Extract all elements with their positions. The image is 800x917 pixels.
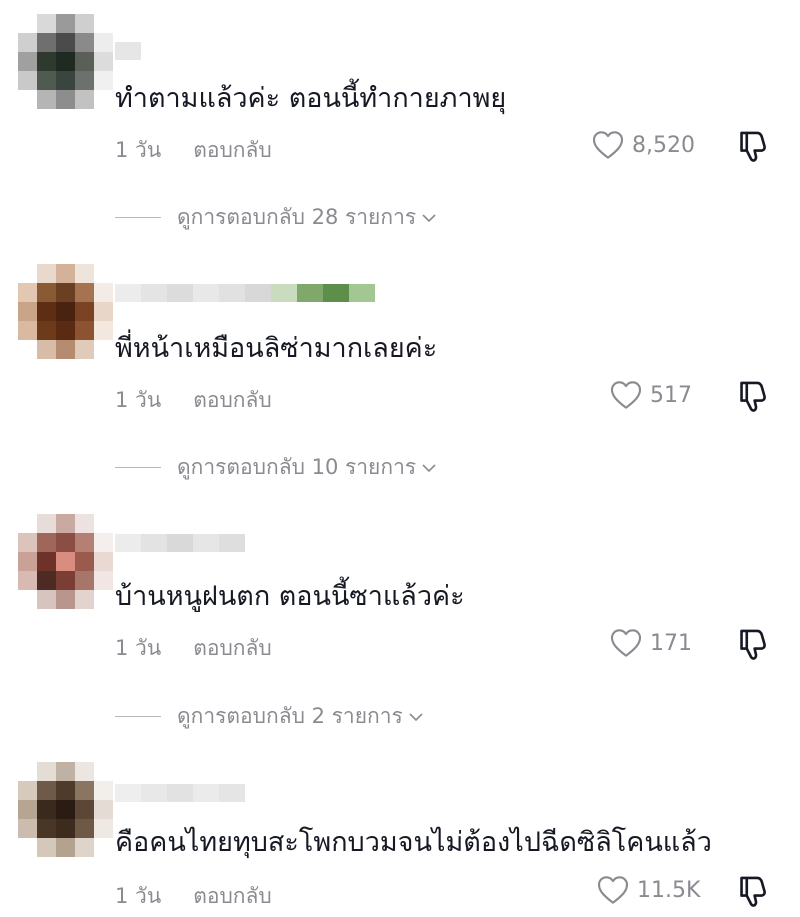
divider-line bbox=[115, 467, 161, 468]
view-replies-label: ดูการตอบกลับ 2 รายการ bbox=[177, 704, 403, 728]
comment-time: 1 วัน bbox=[115, 138, 162, 162]
avatar[interactable] bbox=[18, 264, 113, 359]
chevron-down-icon bbox=[422, 213, 436, 222]
dislike-icon[interactable] bbox=[736, 129, 768, 163]
reply-button[interactable]: ตอบกลับ bbox=[193, 636, 272, 660]
view-replies-label: ดูการตอบกลับ 10 รายการ bbox=[177, 455, 417, 479]
heart-icon bbox=[597, 876, 629, 904]
view-replies-button[interactable]: ดูการตอบกลับ 2 รายการ bbox=[115, 700, 423, 733]
heart-icon bbox=[592, 131, 624, 159]
view-replies-label: ดูการตอบกลับ 28 รายการ bbox=[177, 205, 417, 229]
heart-icon bbox=[610, 629, 642, 657]
chevron-down-icon bbox=[422, 463, 436, 472]
comment-time: 1 วัน bbox=[115, 884, 162, 908]
comment-text: ทำตามแล้วค่ะ ตอนนี้ทำกายภาพยุ bbox=[115, 83, 507, 114]
dislike-icon[interactable] bbox=[736, 874, 768, 908]
comment-text: พี่หน้าเหมือนลิซ่ามากเลยค่ะ bbox=[115, 333, 438, 364]
like-button[interactable]: 8,520 bbox=[592, 130, 695, 160]
comment-time: 1 วัน bbox=[115, 388, 162, 412]
like-button[interactable]: 517 bbox=[610, 380, 692, 410]
avatar[interactable] bbox=[18, 514, 113, 609]
username[interactable] bbox=[115, 534, 245, 552]
like-count: 171 bbox=[650, 630, 692, 656]
dislike-icon[interactable] bbox=[736, 379, 768, 413]
reply-button[interactable]: ตอบกลับ bbox=[193, 884, 272, 908]
reply-button[interactable]: ตอบกลับ bbox=[193, 138, 272, 162]
comment-time: 1 วัน bbox=[115, 636, 162, 660]
reply-button[interactable]: ตอบกลับ bbox=[193, 388, 272, 412]
like-button[interactable]: 11.5K bbox=[597, 875, 700, 905]
heart-icon bbox=[610, 381, 642, 409]
view-replies-button[interactable]: ดูการตอบกลับ 10 รายการ bbox=[115, 451, 436, 484]
comment-meta: 1 วัน ตอบกลับ bbox=[115, 134, 272, 167]
comment-text: คือคนไทยทุบสะโพกบวมจนไม่ต้องไปฉีดซิลิโคน… bbox=[115, 827, 712, 858]
divider-line bbox=[115, 217, 161, 218]
comment-text: บ้านหนูฝนตก ตอนนี้ซาแล้วค่ะ bbox=[115, 581, 465, 612]
comment-meta: 1 วัน ตอบกลับ bbox=[115, 632, 272, 665]
like-count: 11.5K bbox=[637, 877, 701, 903]
username[interactable] bbox=[115, 284, 375, 302]
like-count: 517 bbox=[650, 382, 692, 408]
username[interactable] bbox=[115, 784, 245, 802]
like-count: 8,520 bbox=[632, 132, 695, 158]
comment-meta: 1 วัน ตอบกลับ bbox=[115, 384, 272, 417]
comment-meta: 1 วัน ตอบกลับ bbox=[115, 880, 272, 913]
like-button[interactable]: 171 bbox=[610, 628, 692, 658]
avatar[interactable] bbox=[18, 14, 113, 109]
divider-line bbox=[115, 716, 161, 717]
chevron-down-icon bbox=[409, 712, 423, 721]
view-replies-button[interactable]: ดูการตอบกลับ 28 รายการ bbox=[115, 201, 436, 234]
avatar[interactable] bbox=[18, 762, 113, 857]
username[interactable] bbox=[115, 42, 141, 60]
dislike-icon[interactable] bbox=[736, 627, 768, 661]
